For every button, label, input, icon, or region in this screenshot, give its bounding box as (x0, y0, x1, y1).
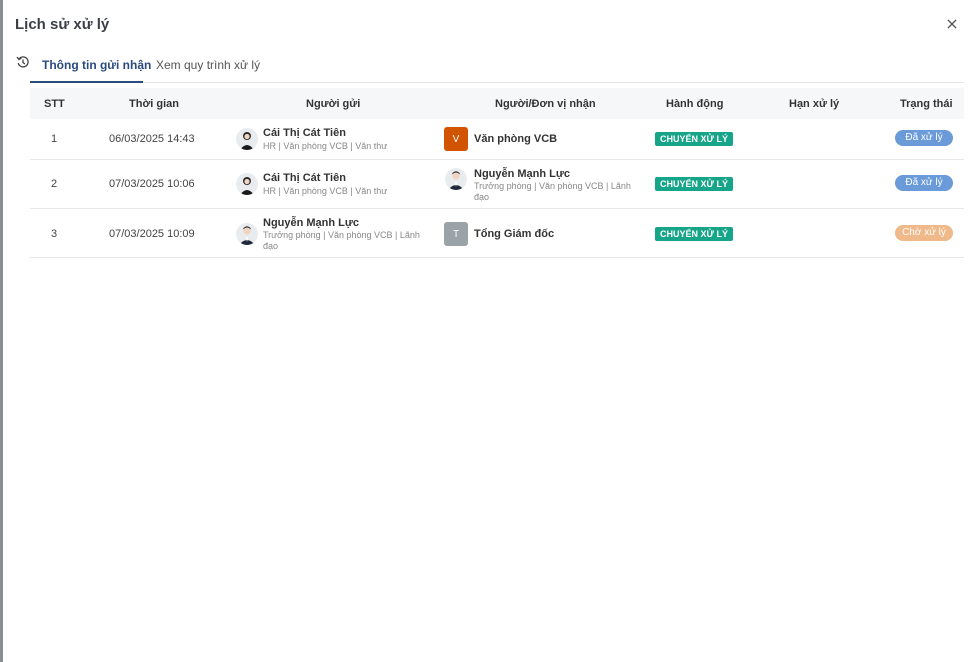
tab-bar: Thông tin gửi nhận Xem quy trình xử lý (30, 50, 964, 83)
receiver-initial-avatar: T (444, 222, 468, 246)
receiver-name: Tổng Giám đốc (474, 228, 555, 240)
receiver-subtitle: Trưởng phòng | Văn phòng VCB | Lãnh đạo (474, 181, 631, 202)
header-receiver: Người/Đơn vị nhận (495, 98, 596, 110)
row-time: 07/03/2025 10:06 (109, 178, 195, 190)
sender-name: Cái Thị Cát Tiên (263, 127, 346, 139)
female-avatar-icon (240, 132, 254, 150)
male-avatar-icon (239, 226, 255, 245)
history-dialog: Lịch sử xử lý Thông tin gửi nhận Xem quy… (3, 0, 974, 662)
row-time: 07/03/2025 10:09 (109, 228, 195, 240)
dialog-title: Lịch sử xử lý (15, 16, 110, 33)
header-time: Thời gian (129, 98, 179, 110)
close-icon (947, 19, 957, 29)
table-header: STT Thời gian Người gửi Người/Đơn vị nhậ… (30, 88, 964, 119)
header-sender: Người gửi (306, 98, 361, 110)
status-badge: Đã xử lý (895, 130, 953, 146)
row-stt: 2 (51, 178, 58, 190)
sender-avatar (236, 128, 258, 150)
status-badge: Đã xử lý (895, 175, 953, 191)
sender-avatar (236, 173, 258, 195)
sender-name: Nguyễn Mạnh Lực (263, 217, 359, 229)
header-stt: STT (44, 98, 65, 110)
header-status: Trạng thái (900, 98, 953, 110)
sender-avatar (236, 223, 258, 245)
sender-subtitle: Trưởng phòng | Văn phòng VCB | Lãnh đạo (263, 230, 420, 251)
row-stt: 3 (51, 228, 58, 240)
action-badge: CHUYỂN XỬ LÝ (655, 227, 733, 241)
sender-subtitle: HR | Văn phòng VCB | Văn thư (263, 141, 388, 151)
close-button[interactable] (942, 14, 962, 34)
receiver-initial-avatar: V (444, 127, 468, 151)
receiver-name: Văn phòng VCB (474, 133, 558, 145)
header-action: Hành động (666, 98, 724, 110)
tab-view-process[interactable]: Xem quy trình xử lý (156, 58, 260, 72)
action-badge: CHUYỂN XỬ LÝ (655, 132, 733, 146)
status-badge: Chờ xử lý (895, 225, 953, 241)
row-time: 06/03/2025 14:43 (109, 133, 195, 145)
female-avatar-icon (240, 177, 254, 195)
row-stt: 1 (51, 133, 58, 145)
history-icon (16, 56, 29, 68)
sender-name: Cái Thị Cát Tiên (263, 172, 346, 184)
receiver-name: Nguyễn Mạnh Lực (474, 168, 570, 180)
table-row: 2 07/03/2025 10:06 Cái Thị Cát Tiên HR |… (30, 160, 964, 209)
tab-send-receive-info[interactable]: Thông tin gửi nhận (42, 58, 151, 72)
history-table: STT Thời gian Người gửi Người/Đơn vị nhậ… (30, 88, 964, 258)
table-row: 3 07/03/2025 10:09 Nguyễn Mạnh Lực Trưởn… (30, 209, 964, 258)
header-deadline: Hạn xử lý (789, 98, 840, 110)
active-tab-indicator (30, 81, 143, 83)
action-badge: CHUYỂN XỬ LÝ (655, 177, 733, 191)
receiver-avatar (445, 168, 467, 190)
table-row: 1 06/03/2025 14:43 Cái Thị Cát Tiên HR |… (30, 119, 964, 160)
sender-subtitle: HR | Văn phòng VCB | Văn thư (263, 186, 388, 196)
male-avatar-icon (448, 171, 464, 190)
